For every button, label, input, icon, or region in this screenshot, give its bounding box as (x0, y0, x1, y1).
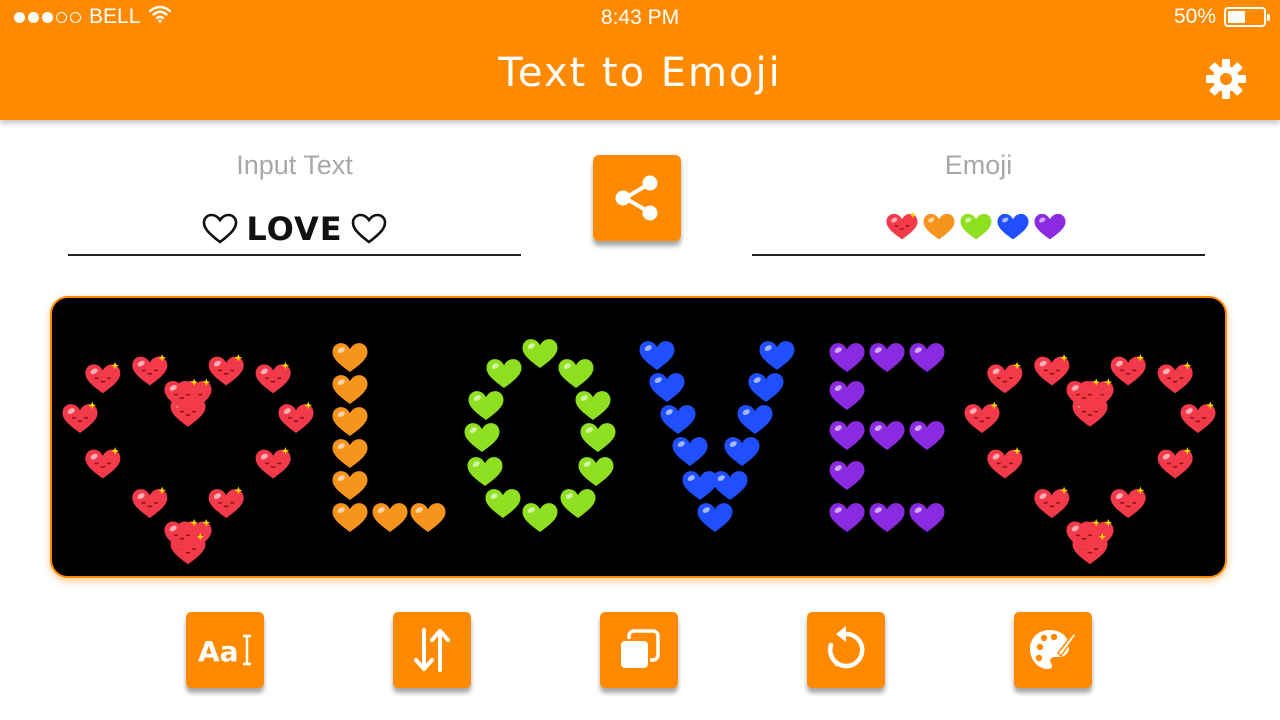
battery-percent: 50% (1173, 5, 1216, 28)
red-heart-emoji (1110, 486, 1146, 519)
blue-heart-emoji (712, 471, 748, 500)
blue-heart-emoji (639, 341, 675, 370)
purple-heart-emoji (1034, 213, 1065, 240)
green-heart-emoji (464, 423, 500, 452)
emoji-label: Emoji (944, 150, 1013, 180)
green-heart-emoji (578, 457, 614, 486)
red-heart-emoji (1034, 353, 1070, 386)
blue-heart-emoji (672, 437, 708, 466)
red-heart-emoji (208, 486, 244, 519)
orange-heart-emoji (372, 503, 408, 532)
orange-heart-emoji (923, 213, 954, 240)
red-heart-emoji (278, 401, 314, 433)
emoji-art-canvas (50, 296, 1227, 578)
red-heart-emoji (1157, 447, 1193, 479)
input-text-field[interactable]: LOVE (68, 204, 521, 256)
copy-button[interactable] (600, 612, 678, 688)
purple-heart-emoji (869, 503, 905, 532)
share-button[interactable] (593, 155, 681, 241)
color-button[interactable] (1014, 612, 1092, 688)
blue-heart-emoji (759, 341, 795, 370)
gear-icon (1206, 59, 1246, 99)
blue-heart-emoji (997, 213, 1028, 240)
battery-icon (1224, 7, 1270, 27)
red-heart-emoji (132, 353, 168, 386)
red-heart-emoji (85, 447, 121, 479)
battery-level (1228, 11, 1245, 23)
green-heart-emoji (468, 391, 504, 420)
red-heart-emoji (1034, 486, 1070, 519)
blue-heart-emoji (724, 437, 760, 466)
green-heart-emoji (467, 457, 503, 486)
red-heart-emoji (886, 211, 917, 240)
green-heart-emoji (575, 391, 611, 420)
emoji-field[interactable] (752, 204, 1205, 256)
swap-vertical-icon (414, 628, 450, 672)
emoji-hearts-row (886, 211, 1065, 240)
red-heart-emoji (132, 486, 168, 519)
red-heart-emoji (208, 353, 244, 386)
rotate-button[interactable] (807, 612, 885, 688)
input-text-value: LOVE (246, 210, 343, 248)
blue-heart-emoji (682, 471, 718, 500)
green-heart-emoji (486, 359, 522, 388)
purple-heart-emoji (829, 343, 865, 372)
orange-heart-emoji (332, 407, 368, 436)
app-header: BELL 8:43 PM 50% Text to Emoji (0, 0, 1280, 120)
svg-text:Aa: Aa (198, 635, 239, 668)
orange-heart-emoji (332, 503, 368, 532)
orange-heart-emoji (410, 503, 446, 532)
settings-button[interactable] (1203, 56, 1249, 102)
purple-heart-emoji (869, 421, 905, 450)
red-heart-emoji (987, 447, 1023, 479)
green-heart-emoji (560, 489, 596, 518)
green-heart-emoji (960, 213, 991, 240)
red-heart-emoji (255, 447, 291, 479)
purple-heart-emoji (829, 381, 865, 410)
orange-heart-emoji (332, 375, 368, 404)
purple-heart-emoji (909, 421, 945, 450)
red-heart-emoji (1110, 353, 1146, 386)
orange-heart-emoji (332, 439, 368, 468)
purple-heart-emoji (829, 461, 865, 490)
green-heart-emoji (522, 339, 558, 368)
share-icon (615, 175, 658, 221)
blue-heart-emoji (737, 405, 773, 434)
swap-button[interactable] (393, 612, 471, 688)
rotate-icon (828, 626, 865, 669)
font-button[interactable]: Aa (186, 612, 264, 688)
blue-heart-emoji (748, 373, 784, 402)
purple-heart-emoji (829, 421, 865, 450)
purple-heart-emoji (909, 343, 945, 372)
input-text-label: Input Text (236, 150, 353, 180)
outline-heart-icon (351, 213, 386, 244)
red-heart-emoji (964, 401, 1000, 433)
font-icon: Aa (198, 634, 251, 668)
page-title: Text to Emoji (498, 50, 782, 96)
orange-heart-emoji (332, 471, 368, 500)
red-heart-emoji (62, 401, 98, 433)
copy-icon (619, 629, 660, 670)
outline-heart-icon (203, 213, 238, 244)
status-right: 50% (1173, 5, 1270, 29)
green-heart-emoji (522, 503, 558, 532)
purple-heart-emoji (869, 343, 905, 372)
palette-icon (1030, 630, 1077, 669)
red-heart-emoji (85, 361, 121, 394)
red-heart-emoji (255, 361, 291, 394)
purple-heart-emoji (829, 503, 865, 532)
red-heart-emoji (987, 361, 1023, 394)
red-heart-emoji (1180, 401, 1216, 433)
green-heart-emoji (485, 489, 521, 518)
blue-heart-emoji (649, 373, 685, 402)
green-heart-emoji (558, 359, 594, 388)
purple-heart-emoji (909, 503, 945, 532)
orange-heart-emoji (332, 343, 368, 372)
status-time: 8:43 PM (600, 6, 680, 29)
blue-heart-emoji (660, 405, 696, 434)
green-heart-emoji (580, 423, 616, 452)
blue-heart-emoji (697, 503, 733, 532)
red-heart-emoji (1157, 361, 1193, 394)
emoji-art (62, 339, 1216, 565)
